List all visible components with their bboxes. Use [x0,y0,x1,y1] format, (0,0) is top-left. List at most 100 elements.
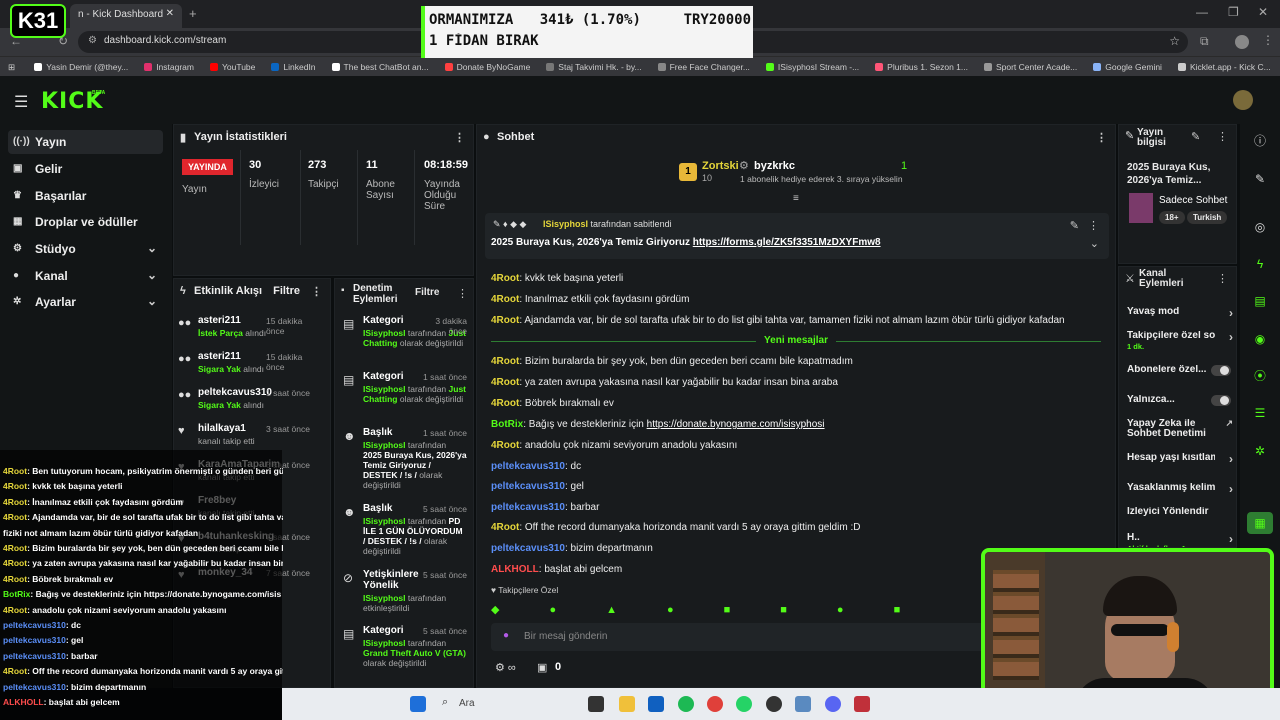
channel-action-item[interactable]: Takipçilere özel sol › 1 dk. [1127,330,1233,351]
more-options-icon[interactable]: ⋮ [1217,272,1228,285]
lightning-icon[interactable]: ϟ [1247,253,1273,275]
channel-action-item[interactable]: Abonelere özel... [1127,365,1231,376]
store-icon[interactable] [648,696,664,712]
chat-username[interactable]: 4Root [491,315,519,326]
chat-icon[interactable]: ◉ [1247,328,1273,350]
sidebar-item-kanal[interactable]: ● Kanal ⌄ [8,264,163,288]
channel-action-item[interactable]: Yapay Zeka ile Sohbet Denetimi ↗ [1127,418,1233,439]
bookmark-item[interactable]: Google Gemini [1093,62,1162,72]
channel-action-item[interactable]: Yasaklanmış kelime › [1127,482,1233,496]
bookmark-item[interactable]: Free Face Changer... [657,62,750,72]
menu-icon[interactable]: ☰ [14,92,28,112]
toggle-switch[interactable] [1211,365,1231,376]
bookmark-item[interactable]: Sport Center Acade... [983,62,1077,72]
channel-action-item[interactable]: Yavaş mod › [1127,306,1233,320]
bookmark-item[interactable]: Staj Takvimi Hk. - by... [546,62,642,72]
sidebar-item-ayarlar[interactable]: ✲ Ayarlar ⌄ [8,290,163,314]
chat-username[interactable]: 4Root [491,398,519,409]
settings-icon[interactable]: ⚙ ∞ [495,661,516,674]
app-icon[interactable] [854,696,870,712]
sidebar-item-droplar[interactable]: ▦ Droplar ve ödüller [8,210,163,234]
list-icon[interactable]: ☰ [1247,402,1273,424]
bookmark-item[interactable]: Kicklet.app - Kick C... [1177,62,1271,72]
microphone-icon[interactable]: ● [503,630,509,641]
more-options-icon[interactable]: ⋮ [311,285,322,298]
bookmark-star-icon[interactable]: ☆ [1169,34,1180,48]
wrench-icon[interactable]: ✲ [1247,440,1273,462]
chat-username[interactable]: 4Root [491,356,519,367]
extensions-icon[interactable]: ⧉ [1200,34,1209,49]
chrome-icon[interactable] [707,696,723,712]
unpin-icon[interactable]: ✎ [1070,219,1079,232]
minimize-icon[interactable]: — [1196,5,1208,19]
task-view-icon[interactable] [588,696,604,712]
channel-action-item[interactable]: H..›Aktif hedefler - 1 [1127,532,1233,547]
sidebar-item-gelir[interactable]: ▣ Gelir [8,157,163,181]
apps-icon[interactable]: ▦ [1247,512,1273,534]
chat-link[interactable]: https://donate.bynogame.com/isisyphosi [647,419,825,430]
more-options-icon[interactable]: ⋮ [457,287,468,300]
more-options-icon[interactable]: ⋮ [1088,219,1099,232]
chat-username[interactable]: peltekcavus310 [491,502,565,513]
chat-username[interactable]: 4Root [491,294,519,305]
bookmark-item[interactable]: LinkedIn [271,62,316,72]
target-icon[interactable]: ◎ [1247,216,1273,238]
chat-username[interactable]: 4Root [491,440,519,451]
windows-start-icon[interactable] [410,696,426,712]
channel-action-item[interactable]: Yalnızca... [1127,395,1231,406]
info-icon[interactable]: ⓘ [1247,130,1273,152]
toggle-switch[interactable] [1211,395,1231,406]
taskbar-search[interactable]: Ara [459,698,475,709]
chat-username[interactable]: 4Root [491,522,519,533]
browser-tab[interactable]: n - Kick Dashboard ✕ [70,4,182,28]
spotify-icon[interactable] [678,696,694,712]
collapse-icon[interactable]: ≡ [793,193,799,204]
apps-icon[interactable]: ⊞ [8,62,15,73]
sidebar-item-yayin[interactable]: ((·)) Yayın [8,130,163,154]
profile-avatar[interactable] [1235,35,1249,49]
whatsapp-icon[interactable] [736,696,752,712]
new-tab-icon[interactable]: + [189,6,197,21]
chat-username[interactable]: ALKHOLL [491,564,539,575]
pinned-link[interactable]: https://forms.gle/ZK5f3351MzDXYFmw8 [693,237,881,248]
filter-button[interactable]: Filtre [273,285,300,297]
sidebar-item-basarilar[interactable]: ♛ Başarılar [8,184,163,208]
obs-icon[interactable] [766,696,782,712]
more-options-icon[interactable]: ⋮ [1217,130,1228,143]
chat-username[interactable]: peltekcavus310 [491,481,565,492]
more-options-icon[interactable]: ⋮ [454,131,465,144]
settings-icon[interactable] [795,696,811,712]
user-avatar[interactable] [1233,90,1253,110]
more-options-icon[interactable]: ⋮ [1096,131,1107,144]
chat-username[interactable]: 4Root [491,377,519,388]
close-window-icon[interactable]: ✕ [1258,5,1268,19]
bookmark-item[interactable]: Instagram [144,62,194,72]
bookmark-item[interactable]: Donate ByNoGame [444,62,530,72]
search-icon[interactable]: ⌕ [442,696,448,709]
bookmark-item[interactable]: Pluribus 1. Sezon 1... [875,62,968,72]
channel-action-item[interactable]: İzleyici Yönlendir [1127,507,1229,517]
channel-action-item[interactable]: Hesap yaşı kısıtlam › [1127,452,1233,466]
bookmark-item[interactable]: ISisyphosI Stream -... [765,62,859,72]
chat-input[interactable]: ● Bir mesaj gönderin [491,623,991,651]
filter-button[interactable]: Filtre [415,287,439,298]
chat-username[interactable]: BotRix [491,419,523,430]
maximize-icon[interactable]: ❐ [1228,5,1239,19]
chat-username[interactable]: peltekcavus310 [491,461,565,472]
bookmark-item[interactable]: Yasin Demir (@they... [34,62,128,72]
chat-username[interactable]: 4Root [491,273,519,284]
bookmark-item[interactable]: The best ChatBot an... [331,62,429,72]
site-info-icon[interactable]: ⚙ [88,35,97,46]
file-explorer-icon[interactable] [619,696,635,712]
browser-menu-icon[interactable]: ⋮ [1262,33,1274,47]
edit-icon[interactable]: ✎ [1247,168,1273,190]
sidebar-item-studyo[interactable]: ⚙ Stüdyo ⌄ [8,237,163,261]
chat-username[interactable]: peltekcavus310 [491,543,565,554]
chevron-down-icon[interactable]: ⌄ [1090,237,1099,250]
clipboard-icon[interactable]: ▤ [1247,290,1273,312]
emote-bar[interactable]: ◆●▲●■■●■ [491,603,991,617]
bookmark-item[interactable]: YouTube [209,62,255,72]
broadcast-icon[interactable]: ⦿ [1247,365,1273,387]
close-tab-icon[interactable]: ✕ [166,8,174,19]
edit-icon[interactable]: ✎ [1191,130,1200,143]
